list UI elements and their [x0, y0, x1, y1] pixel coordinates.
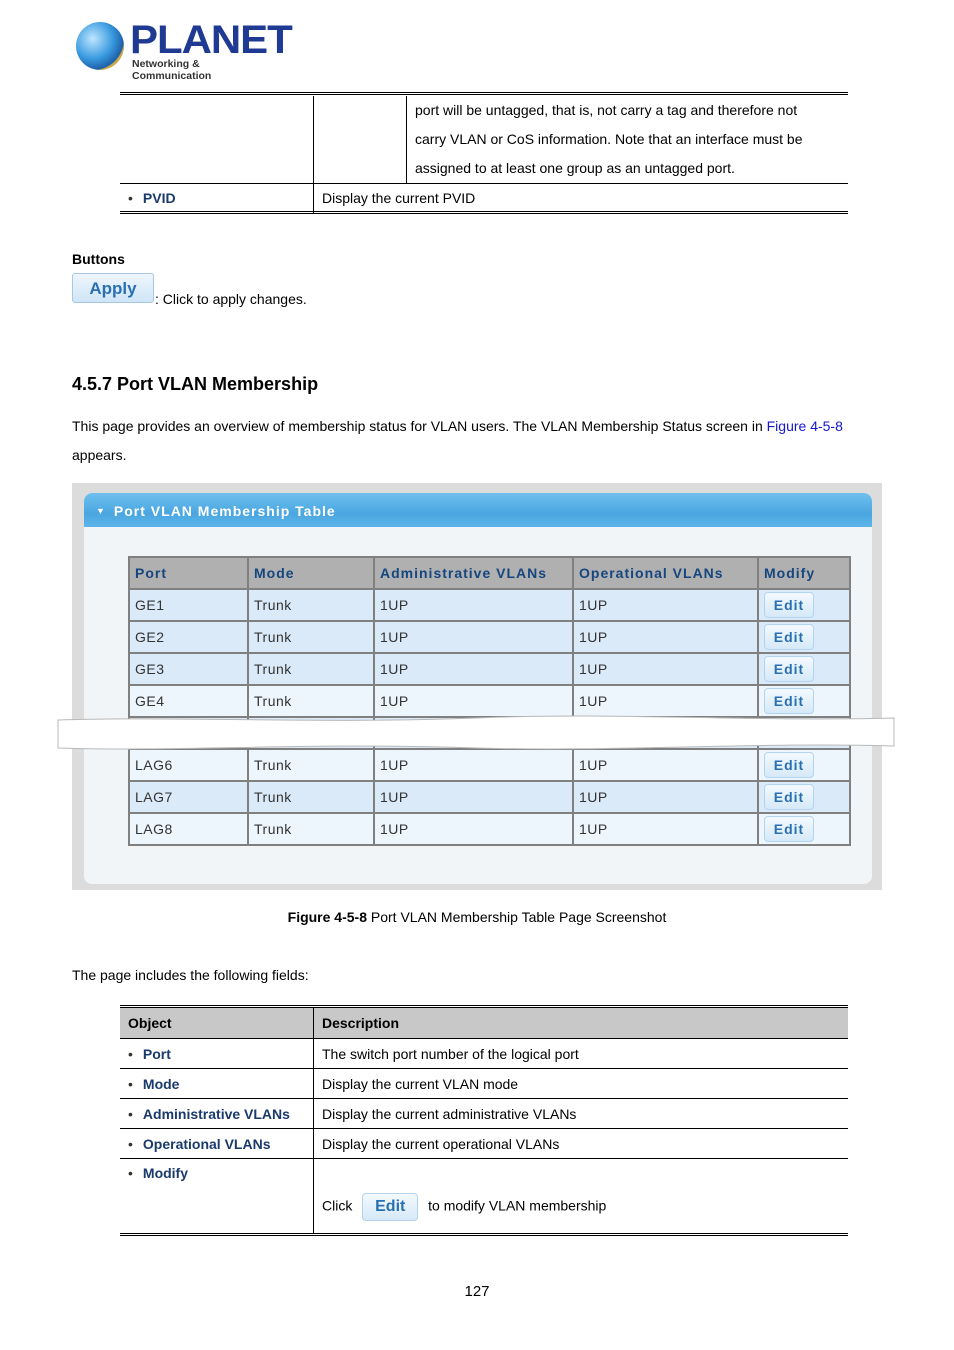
column-header-object: Object — [120, 1005, 314, 1039]
fields-intro: The page includes the following fields: — [72, 967, 309, 983]
top-description-table: port will be untagged, that is, not carr… — [120, 96, 848, 213]
table-top-rule — [120, 92, 848, 95]
logo-tagline: Networking & Communication — [132, 58, 212, 82]
table-row: Mode Display the current VLAN mode — [120, 1068, 848, 1099]
table-row: Administrative VLANs Display the current… — [120, 1098, 848, 1129]
apply-description: : Click to apply changes. — [155, 291, 307, 307]
object-admin-vlans: Administrative VLANs — [128, 1106, 290, 1122]
table-row: GE3 Trunk 1UP 1UP Edit — [128, 652, 851, 686]
table-header-row: Port Mode Administrative VLANs Operation… — [128, 556, 851, 590]
object-cell: PVID — [120, 183, 314, 213]
object-oper-vlans: Operational VLANs — [128, 1136, 271, 1152]
description-cell: Display the current PVID — [313, 183, 848, 213]
column-header-port: Port — [128, 556, 249, 590]
sub-cell — [313, 96, 407, 184]
object-modify: Modify — [128, 1165, 188, 1181]
globe-icon — [76, 22, 124, 70]
table-row: GE1 Trunk 1UP 1UP Edit — [128, 588, 851, 622]
table-row: LAG8 Trunk 1UP 1UP Edit — [128, 812, 851, 846]
figure-link[interactable]: Figure 4-5-8 — [767, 418, 843, 434]
table-row: PVID Display the current PVID — [120, 183, 848, 213]
table-row: Operational VLANs Display the current op… — [120, 1128, 848, 1159]
table-bottom-rule — [120, 211, 848, 214]
table-header-row: Object Description — [120, 1005, 848, 1039]
port-vlan-membership-table: Port Mode Administrative VLANs Operation… — [128, 556, 851, 846]
edit-button-sample: Edit — [362, 1193, 419, 1221]
planet-logo: PLANET Networking & Communication — [76, 18, 293, 82]
table-row: LAG7 Trunk 1UP 1UP Edit — [128, 780, 851, 814]
edit-button[interactable]: Edit — [764, 816, 814, 842]
column-header-description: Description — [313, 1005, 848, 1039]
column-header-oper-vlans: Operational VLANs — [572, 556, 759, 590]
object-pvid: PVID — [128, 190, 176, 206]
table-row: Port The switch port number of the logic… — [120, 1038, 848, 1069]
table-row: Modify Click Edit to modify VLAN members… — [120, 1158, 848, 1236]
section-title: 4.5.7 Port VLAN Membership — [72, 374, 319, 394]
fields-table: Object Description Port The switch port … — [120, 1005, 848, 1236]
object-port: Port — [128, 1046, 171, 1062]
panel-title: Port VLAN Membership Table — [113, 503, 336, 519]
modify-description: Click Edit to modify VLAN membership — [313, 1158, 848, 1236]
object-cell — [120, 96, 314, 184]
page-break-overlay — [57, 715, 895, 750]
object-mode: Mode — [128, 1076, 179, 1092]
vlan-membership-panel: ▼ Port VLAN Membership Table Port Mode Ad… — [84, 493, 872, 884]
figure-caption: Figure 4-5-8 Port VLAN Membership Table … — [287, 909, 667, 925]
collapse-triangle-icon[interactable]: ▼ — [96, 493, 106, 529]
description-cell: port will be untagged, that is, not carr… — [406, 96, 848, 184]
column-header-admin-vlans: Administrative VLANs — [373, 556, 574, 590]
table-row: GE2 Trunk 1UP 1UP Edit — [128, 620, 851, 654]
buttons-heading: Buttons — [72, 251, 125, 267]
edit-button[interactable]: Edit — [764, 656, 814, 682]
section-intro: This page provides an overview of member… — [72, 418, 843, 463]
column-header-modify: Modify — [757, 556, 851, 590]
apply-button[interactable]: Apply — [72, 273, 154, 303]
logo-wordmark: PLANET — [130, 18, 293, 62]
edit-button[interactable]: Edit — [764, 624, 814, 650]
panel-header[interactable]: ▼ Port VLAN Membership Table — [84, 493, 872, 527]
edit-button[interactable]: Edit — [764, 688, 814, 714]
table-row: port will be untagged, that is, not carr… — [120, 96, 848, 184]
column-header-mode: Mode — [247, 556, 375, 590]
figure-screenshot: ▼ Port VLAN Membership Table Port Mode Ad… — [72, 483, 882, 890]
edit-button[interactable]: Edit — [764, 784, 814, 810]
edit-button[interactable]: Edit — [764, 592, 814, 618]
page-number: 127 — [464, 1283, 490, 1300]
